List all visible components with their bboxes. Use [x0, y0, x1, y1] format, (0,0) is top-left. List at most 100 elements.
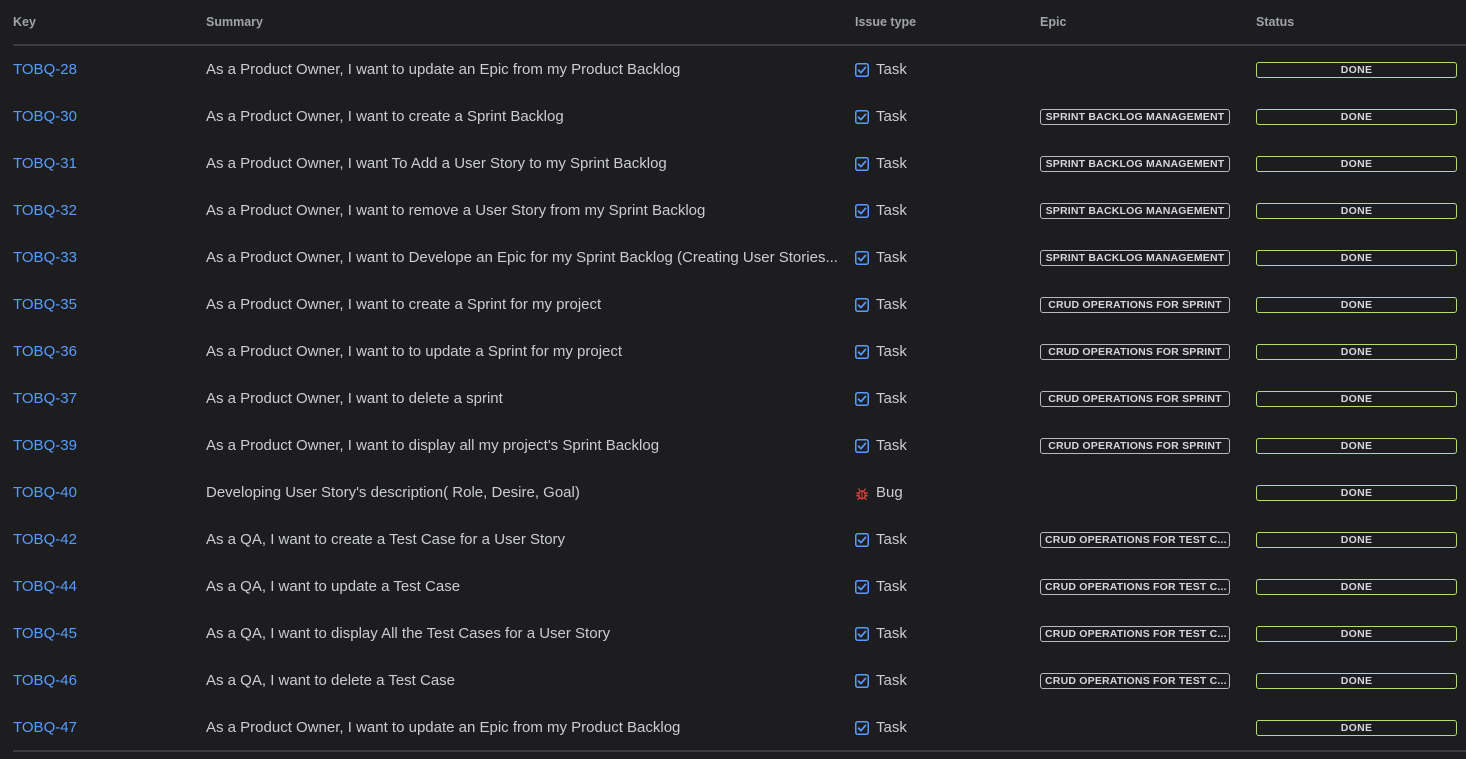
status-badge[interactable]: DONE [1256, 719, 1457, 736]
epic-badge[interactable]: CRUD OPERATIONS FOR TEST C... [1040, 672, 1230, 689]
issue-summary[interactable]: As a QA, I want to create a Test Case fo… [206, 531, 838, 548]
epic-badge[interactable]: CRUD OPERATIONS FOR SPRINT [1040, 296, 1230, 313]
epic-badge[interactable]: SPRINT BACKLOG MANAGEMENT [1040, 202, 1230, 219]
issue-key-link[interactable]: TOBQ-37 [13, 390, 77, 407]
epic-badge[interactable]: SPRINT BACKLOG MANAGEMENT [1040, 108, 1230, 125]
table-row[interactable]: TOBQ-31 As a Product Owner, I want To Ad… [0, 140, 1466, 187]
cell-key: TOBQ-39 [13, 422, 193, 469]
table-row[interactable]: TOBQ-45 As a QA, I want to display All t… [0, 610, 1466, 657]
status-badge[interactable]: DONE [1256, 578, 1457, 595]
status-badge[interactable]: DONE [1256, 390, 1457, 407]
checkbox-icon [855, 532, 869, 547]
issue-summary[interactable]: As a Product Owner, I want to to update … [206, 343, 838, 360]
issue-summary[interactable]: As a QA, I want to display All the Test … [206, 625, 838, 642]
cell-key: TOBQ-47 [13, 704, 193, 751]
issue-key-link[interactable]: TOBQ-36 [13, 343, 77, 360]
issue-key-link[interactable]: TOBQ-40 [13, 484, 77, 501]
issue-summary[interactable]: As a Product Owner, I want to display al… [206, 437, 838, 454]
status-badge[interactable]: DONE [1256, 249, 1457, 266]
issue-key-link[interactable]: TOBQ-46 [13, 672, 77, 689]
epic-badge[interactable]: CRUD OPERATIONS FOR SPRINT [1040, 437, 1230, 454]
status-badge[interactable]: DONE [1256, 61, 1457, 78]
column-header-status[interactable]: Status [1256, 15, 1294, 29]
issue-summary[interactable]: As a Product Owner, I want to delete a s… [206, 390, 838, 407]
epic-badge[interactable]: CRUD OPERATIONS FOR TEST C... [1040, 625, 1230, 642]
table-row[interactable]: TOBQ-46 As a QA, I want to delete a Test… [0, 657, 1466, 704]
issue-summary[interactable]: As a QA, I want to update a Test Case [206, 578, 838, 595]
status-badge[interactable]: DONE [1256, 155, 1457, 172]
table-row[interactable]: TOBQ-42 As a QA, I want to create a Test… [0, 516, 1466, 563]
table-row[interactable]: TOBQ-28 As a Product Owner, I want to up… [0, 46, 1466, 93]
issue-type: Task [855, 108, 907, 125]
issue-key-link[interactable]: TOBQ-42 [13, 531, 77, 548]
status-badge[interactable]: DONE [1256, 296, 1457, 313]
cell-status: DONE [1256, 93, 1458, 140]
cell-status: DONE [1256, 187, 1458, 234]
cell-epic: SPRINT BACKLOG MANAGEMENT [1040, 234, 1245, 281]
status-badge[interactable]: DONE [1256, 484, 1457, 501]
status-badge[interactable]: DONE [1256, 531, 1457, 548]
status-badge[interactable]: DONE [1256, 672, 1457, 689]
cell-key: TOBQ-46 [13, 657, 193, 704]
cell-issue-type: Task [855, 234, 1025, 281]
cell-issue-type: Task [855, 516, 1025, 563]
issue-summary[interactable]: As a Product Owner, I want to create a S… [206, 108, 838, 125]
issue-type: Task [855, 343, 907, 360]
status-badge[interactable]: DONE [1256, 437, 1457, 454]
table-row[interactable]: TOBQ-30 As a Product Owner, I want to cr… [0, 93, 1466, 140]
issue-summary[interactable]: As a Product Owner, I want to create a S… [206, 296, 838, 313]
status-badge[interactable]: DONE [1256, 343, 1457, 360]
checkbox-icon [855, 62, 869, 77]
column-header-epic[interactable]: Epic [1040, 15, 1066, 29]
status-badge[interactable]: DONE [1256, 625, 1457, 642]
epic-badge[interactable]: CRUD OPERATIONS FOR TEST C... [1040, 531, 1230, 548]
issue-summary[interactable]: As a Product Owner, I want To Add a User… [206, 155, 838, 172]
epic-badge[interactable]: CRUD OPERATIONS FOR TEST C... [1040, 578, 1230, 595]
issue-type-label: Task [876, 390, 907, 407]
table-row[interactable]: TOBQ-36 As a Product Owner, I want to to… [0, 328, 1466, 375]
issue-summary[interactable]: As a Product Owner, I want to update an … [206, 61, 838, 78]
issue-key-link[interactable]: TOBQ-47 [13, 719, 77, 736]
epic-badge[interactable]: CRUD OPERATIONS FOR SPRINT [1040, 343, 1230, 360]
issue-key-link[interactable]: TOBQ-45 [13, 625, 77, 642]
issue-key-link[interactable]: TOBQ-30 [13, 108, 77, 125]
epic-badge[interactable]: SPRINT BACKLOG MANAGEMENT [1040, 155, 1230, 172]
issue-key-link[interactable]: TOBQ-33 [13, 249, 77, 266]
issue-key-link[interactable]: TOBQ-28 [13, 61, 77, 78]
issue-type-label: Task [876, 343, 907, 360]
status-badge[interactable]: DONE [1256, 108, 1457, 125]
issue-summary[interactable]: As a Product Owner, I want to update an … [206, 719, 838, 736]
cell-epic: CRUD OPERATIONS FOR SPRINT [1040, 375, 1245, 422]
issue-key-link[interactable]: TOBQ-44 [13, 578, 77, 595]
issue-summary[interactable]: As a Product Owner, I want to Develope a… [206, 249, 838, 266]
cell-issue-type: Task [855, 657, 1025, 704]
issue-summary[interactable]: Developing User Story's description( Rol… [206, 484, 838, 501]
status-badge[interactable]: DONE [1256, 202, 1457, 219]
epic-badge[interactable]: SPRINT BACKLOG MANAGEMENT [1040, 249, 1230, 266]
issue-summary[interactable]: As a QA, I want to delete a Test Case [206, 672, 838, 689]
issue-summary[interactable]: As a Product Owner, I want to remove a U… [206, 202, 838, 219]
table-row[interactable]: TOBQ-35 As a Product Owner, I want to cr… [0, 281, 1466, 328]
cell-key: TOBQ-37 [13, 375, 193, 422]
issue-type: Task [855, 202, 907, 219]
issue-key-link[interactable]: TOBQ-35 [13, 296, 77, 313]
table-row[interactable]: TOBQ-32 As a Product Owner, I want to re… [0, 187, 1466, 234]
table-row[interactable]: TOBQ-44 As a QA, I want to update a Test… [0, 563, 1466, 610]
cell-key: TOBQ-28 [13, 46, 193, 93]
epic-badge[interactable]: CRUD OPERATIONS FOR SPRINT [1040, 390, 1230, 407]
cell-issue-type: Task [855, 281, 1025, 328]
table-row[interactable]: TOBQ-47 As a Product Owner, I want to up… [0, 704, 1466, 751]
table-row[interactable]: TOBQ-39 As a Product Owner, I want to di… [0, 422, 1466, 469]
issue-key-link[interactable]: TOBQ-32 [13, 202, 77, 219]
cell-issue-type: Task [855, 93, 1025, 140]
issue-key-link[interactable]: TOBQ-31 [13, 155, 77, 172]
table-row[interactable]: TOBQ-33 As a Product Owner, I want to De… [0, 234, 1466, 281]
checkbox-icon [855, 109, 869, 124]
column-header-key[interactable]: Key [13, 15, 36, 29]
column-header-summary[interactable]: Summary [206, 15, 263, 29]
issue-key-link[interactable]: TOBQ-39 [13, 437, 77, 454]
table-row[interactable]: TOBQ-37 As a Product Owner, I want to de… [0, 375, 1466, 422]
issue-type: Task [855, 578, 907, 595]
column-header-issue-type[interactable]: Issue type [855, 15, 916, 29]
table-row[interactable]: TOBQ-40 Developing User Story's descript… [0, 469, 1466, 516]
